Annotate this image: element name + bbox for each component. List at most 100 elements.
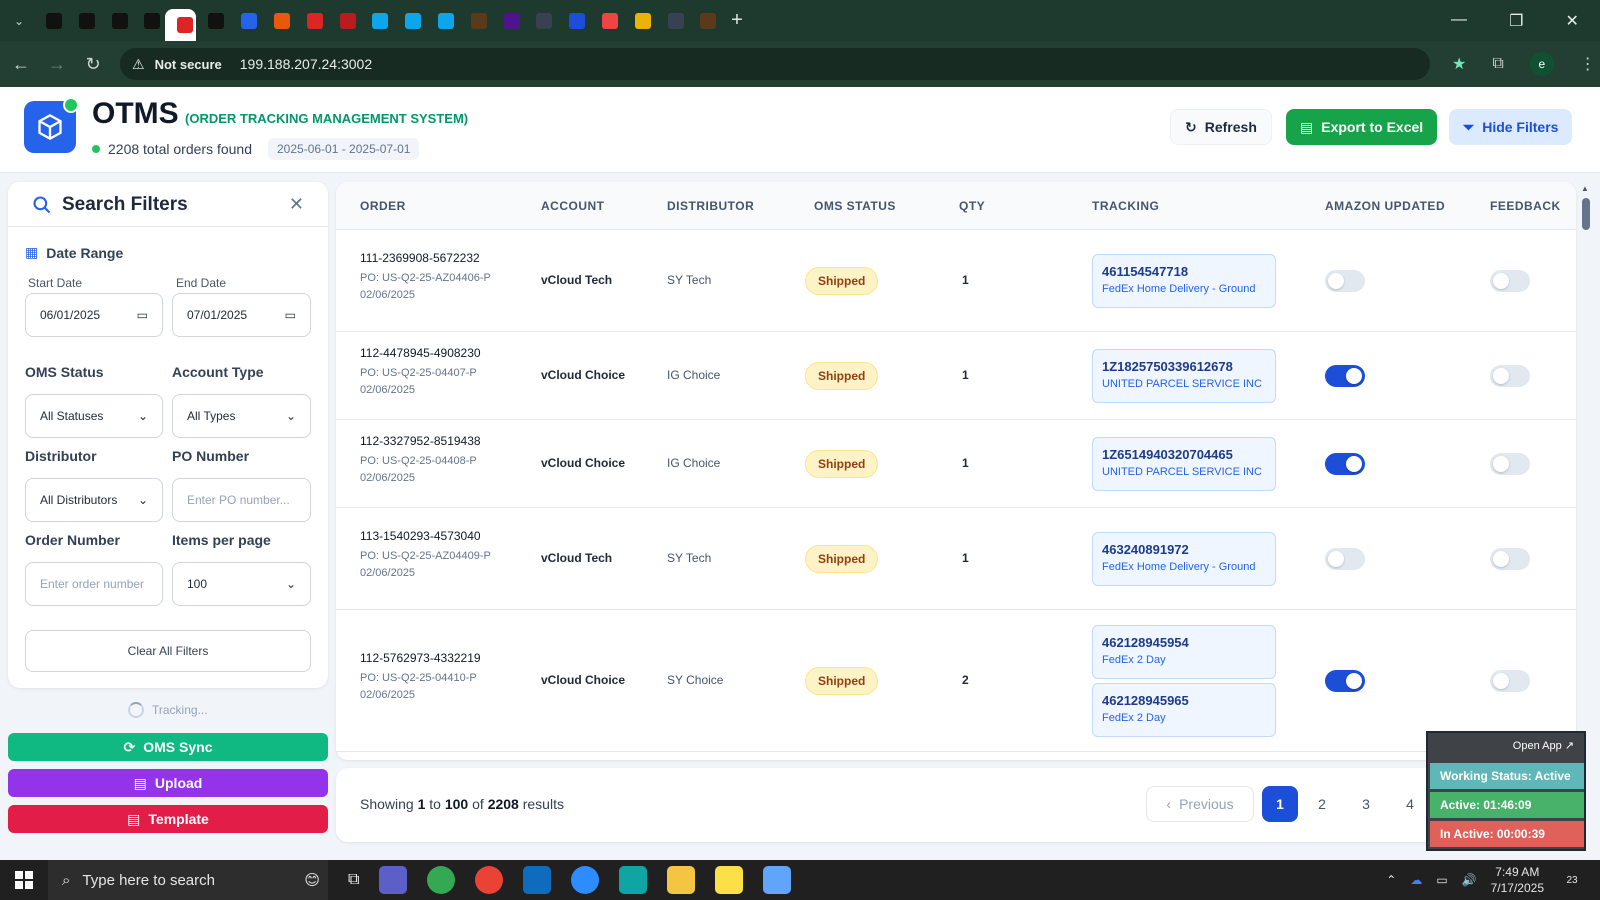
- browser-tab[interactable]: om: [196, 5, 229, 37]
- open-app-link[interactable]: Open App ↗: [1513, 739, 1574, 752]
- page-button-2[interactable]: 2: [1304, 786, 1340, 822]
- feedback-toggle[interactable]: [1490, 270, 1530, 292]
- table-row[interactable]: 112-3327952-8519438 PO: US-Q2-25-04408-P 0…: [336, 420, 1576, 508]
- table-row[interactable]: 112-4478945-4908230 PO: US-Q2-25-04407-P 0…: [336, 332, 1576, 420]
- notifications-icon[interactable]: 23: [1558, 866, 1586, 894]
- extensions-icon[interactable]: ⧉: [1492, 55, 1503, 73]
- upload-button[interactable]: ▤ Upload: [8, 769, 328, 797]
- snipping-tool-icon[interactable]: [763, 866, 792, 894]
- hide-filters-button[interactable]: ⏷ Hide Filters: [1449, 109, 1573, 145]
- start-date-input[interactable]: 06/01/2025 ▭: [25, 293, 163, 337]
- account-type-select[interactable]: All Types ⌄: [172, 394, 311, 438]
- bookmark-star-icon[interactable]: ★: [1452, 54, 1466, 74]
- browser-tab[interactable]: PO: [426, 5, 459, 37]
- scroll-up-icon[interactable]: ▲: [1581, 184, 1589, 193]
- amazon-updated-toggle[interactable]: [1325, 548, 1365, 570]
- order-number-input[interactable]: Enter order number: [25, 562, 163, 606]
- tracking-number[interactable]: 1Z6514940320704465: [1102, 447, 1266, 462]
- tracking-box[interactable]: 1Z1825750339612678 UNITED PARCEL SERVICE …: [1092, 349, 1276, 403]
- browser-tab[interactable]: Am: [100, 5, 133, 37]
- tracking-box[interactable]: 461154547718 FedEx Home Delivery - Ground: [1092, 254, 1276, 308]
- browser-tab[interactable]: PO: [393, 5, 426, 37]
- close-window-button[interactable]: ✕: [1566, 11, 1579, 31]
- clear-filters-button[interactable]: Clear All Filters: [25, 630, 311, 672]
- forward-button[interactable]: →: [42, 54, 72, 75]
- browser-tab[interactable]: Ord: [262, 5, 295, 37]
- table-row[interactable]: 113-1540293-4573040 PO: US-Q2-25-AZ04409-…: [336, 508, 1576, 610]
- maximize-button[interactable]: ❐: [1509, 11, 1523, 31]
- browser-tab[interactable]: Ord: [360, 5, 393, 37]
- tracking-box[interactable]: 463240891972 FedEx Home Delivery - Ground: [1092, 532, 1276, 586]
- column-header-account[interactable]: ACCOUNT: [541, 199, 605, 213]
- calendar-icon[interactable]: ▭: [285, 308, 296, 322]
- browser-tab[interactable]: Am: [67, 5, 100, 37]
- not-secure-label[interactable]: Not secure: [155, 57, 222, 72]
- file-explorer-icon[interactable]: [667, 866, 696, 894]
- browser-tab[interactable]: My: [328, 5, 361, 37]
- chrome-icon[interactable]: [427, 866, 456, 894]
- sticky-notes-icon[interactable]: [715, 866, 744, 894]
- oms-sync-button[interactable]: ⟳ OMS Sync: [8, 733, 328, 761]
- back-button[interactable]: ←: [6, 54, 36, 75]
- scroll-thumb[interactable]: [1582, 198, 1590, 230]
- column-header-amazon-updated[interactable]: AMAZON UPDATED: [1325, 199, 1445, 213]
- browser-tab[interactable]: Am: [132, 5, 165, 37]
- chevron-up-icon[interactable]: ⌃: [1386, 873, 1396, 887]
- minimize-button[interactable]: —: [1451, 11, 1467, 31]
- tracking-box[interactable]: 1Z6514940320704465 UNITED PARCEL SERVICE …: [1092, 437, 1276, 491]
- column-header-distributor[interactable]: DISTRIBUTOR: [667, 199, 754, 213]
- taskbar-search[interactable]: ⌕ Type here to search 😊: [48, 860, 328, 900]
- feedback-toggle[interactable]: [1490, 453, 1530, 475]
- export-excel-button[interactable]: ▤ Export to Excel: [1286, 109, 1438, 145]
- network-icon[interactable]: ▭: [1436, 873, 1447, 887]
- feedback-toggle[interactable]: [1490, 365, 1530, 387]
- order-number[interactable]: 112-3327952-8519438: [360, 434, 500, 448]
- tracking-box[interactable]: 462128945954 FedEx 2 Day: [1092, 625, 1276, 679]
- previous-page-button[interactable]: ‹ Previous: [1146, 786, 1254, 822]
- end-date-input[interactable]: 07/01/2025 ▭: [172, 293, 311, 337]
- browser-tab[interactable]: ALI: [557, 5, 590, 37]
- order-number[interactable]: 113-1540293-4573040: [360, 529, 500, 543]
- tab-search-button[interactable]: ⌄: [4, 6, 34, 36]
- template-button[interactable]: ▤ Template: [8, 805, 328, 833]
- order-number[interactable]: 112-4478945-4908230: [360, 346, 500, 360]
- order-number[interactable]: 112-5762973-4332219: [360, 651, 500, 665]
- feedback-toggle[interactable]: [1490, 548, 1530, 570]
- browser-tab[interactable]: RL: [590, 5, 623, 37]
- calendar-icon[interactable]: ▭: [137, 308, 148, 322]
- table-row[interactable]: 111-2369908-5672232 PO: US-Q2-25-AZ04406-…: [336, 230, 1576, 332]
- url-text[interactable]: 199.188.207.24:3002: [240, 56, 372, 72]
- column-header-oms-status[interactable]: OMS STATUS: [814, 199, 896, 213]
- browser-tab[interactable]: too: [524, 5, 557, 37]
- tracking-number[interactable]: 463240891972: [1102, 542, 1266, 557]
- profile-avatar[interactable]: e: [1529, 52, 1554, 76]
- page-button-4[interactable]: 4: [1392, 786, 1428, 822]
- browser-menu-icon[interactable]: ⋮: [1580, 54, 1596, 74]
- feedback-toggle[interactable]: [1490, 670, 1530, 692]
- amazon-updated-toggle[interactable]: [1325, 365, 1365, 387]
- browser-tab[interactable]: Am: [34, 5, 67, 37]
- tracking-number[interactable]: 1Z1825750339612678: [1102, 359, 1266, 374]
- omnibox[interactable]: ⚠ Not secure 199.188.207.24:3002: [120, 48, 1430, 80]
- browser-tab[interactable]: Ho: [623, 5, 656, 37]
- amazon-updated-toggle[interactable]: [1325, 453, 1365, 475]
- chrome-profile-icon[interactable]: [475, 866, 504, 894]
- items-per-page-select[interactable]: 100 ⌄: [172, 562, 311, 606]
- browser-tab[interactable]: ✕: [165, 9, 197, 41]
- outlook-icon[interactable]: [523, 866, 552, 894]
- distributor-select[interactable]: All Distributors ⌄: [25, 478, 163, 522]
- column-header-qty[interactable]: QTY: [959, 199, 985, 213]
- clock[interactable]: 7:49 AM 7/17/2025: [1491, 864, 1544, 896]
- column-header-order[interactable]: ORDER: [360, 199, 406, 213]
- browser-tab[interactable]: Xva: [229, 5, 262, 37]
- browser-tab[interactable]: Tra: [688, 5, 721, 37]
- oms-status-select[interactable]: All Statuses ⌄: [25, 394, 163, 438]
- browser-tab[interactable]: D&: [295, 5, 328, 37]
- page-button-3[interactable]: 3: [1348, 786, 1384, 822]
- tracking-number[interactable]: 462128945965: [1102, 693, 1266, 708]
- column-header-tracking[interactable]: TRACKING: [1092, 199, 1159, 213]
- reload-button[interactable]: ↻: [78, 54, 108, 75]
- table-scrollbar[interactable]: ▲: [1578, 182, 1592, 760]
- zoom-icon[interactable]: [571, 866, 600, 894]
- close-icon[interactable]: ✕: [289, 194, 304, 215]
